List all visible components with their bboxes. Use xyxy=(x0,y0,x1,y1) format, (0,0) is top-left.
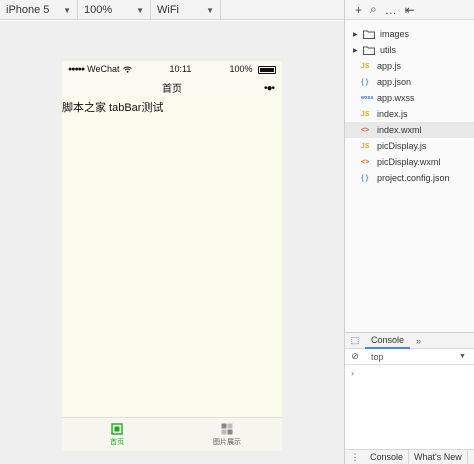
clear-console-icon[interactable]: ⊘ xyxy=(345,351,365,362)
drawer-menu-icon[interactable]: ⋮ xyxy=(345,452,365,463)
file-tree: ▶ images ▶ utils JS app.js { } app.json … xyxy=(345,20,474,186)
capsule-menu-button[interactable]: •●• xyxy=(264,83,275,94)
network-select-value: WiFi xyxy=(157,4,179,16)
tab-home-label: 首页 xyxy=(110,438,124,446)
chevron-down-icon: ▼ xyxy=(63,5,71,15)
tree-item-label: project.config.json xyxy=(377,173,450,183)
tree-item-images[interactable]: ▶ images xyxy=(345,26,474,42)
tree-item-index-js[interactable]: JS index.js xyxy=(345,106,474,122)
tree-item-app-json[interactable]: { } app.json xyxy=(345,74,474,90)
tree-item-label: app.json xyxy=(377,77,412,87)
network-select[interactable]: WiFi ▼ xyxy=(151,0,221,20)
wxss-file-icon: wxss xyxy=(361,95,374,101)
tab-bar: 首页 图片展示 xyxy=(62,417,282,451)
js-file-icon: JS xyxy=(361,142,370,150)
tree-item-label: app.js xyxy=(377,61,402,71)
tree-item-picdisplay-js[interactable]: JS picDisplay.js xyxy=(345,138,474,154)
drawer-tab-whats-new[interactable]: What's New xyxy=(409,449,468,464)
tree-item-index-wxml[interactable]: <> index.wxml xyxy=(345,122,474,138)
simulator-toolbar: iPhone 5 ▼ 100% ▼ WiFi ▼ xyxy=(0,0,344,20)
more-tabs-button[interactable]: » xyxy=(410,336,421,346)
carrier-label: WeChat xyxy=(87,64,120,74)
battery-percent: 100% xyxy=(229,64,253,74)
add-file-icon[interactable]: + xyxy=(355,3,362,17)
phone-screen: ●●●●● WeChat 10:11 100% 首页 •●• 脚本之家 tabB… xyxy=(62,61,282,451)
home-tab-icon xyxy=(111,422,123,435)
js-file-icon: JS xyxy=(361,62,370,70)
tab-home[interactable]: 首页 xyxy=(62,418,172,451)
wifi-icon xyxy=(122,66,132,73)
tree-item-app-js[interactable]: JS app.js xyxy=(345,58,474,74)
more-icon[interactable]: … xyxy=(385,3,397,17)
device-select[interactable]: iPhone 5 ▼ xyxy=(0,0,78,20)
console-prompt[interactable]: › xyxy=(345,365,474,381)
tree-item-project-config-json[interactable]: { } project.config.json xyxy=(345,170,474,186)
js-file-icon: JS xyxy=(361,110,370,118)
tree-item-label: picDisplay.wxml xyxy=(377,157,441,167)
tree-item-label: images xyxy=(380,29,410,39)
status-time: 10:11 xyxy=(169,64,192,74)
zoom-select-value: 100% xyxy=(84,4,113,16)
chevron-right-icon: ▶ xyxy=(353,31,358,38)
tree-item-label: utils xyxy=(380,45,397,55)
tree-item-label: index.wxml xyxy=(377,125,422,135)
chevron-down-icon: ▼ xyxy=(136,5,144,15)
inspect-element-icon[interactable]: ⬚ xyxy=(345,335,365,346)
device-select-value: iPhone 5 xyxy=(6,4,50,16)
wxml-file-icon: <> xyxy=(361,126,370,134)
phone-nav-bar: 首页 •●• xyxy=(62,77,282,97)
content-text: 脚本之家 tabBar测试 xyxy=(62,102,164,114)
chevron-right-icon: ▶ xyxy=(353,47,358,54)
chevron-down-icon[interactable]: ▼ xyxy=(459,353,474,360)
chevron-down-icon: ▼ xyxy=(206,5,214,15)
signal-icon: ●●●●● xyxy=(68,65,85,73)
simulator-area: ●●●●● WeChat 10:11 100% 首页 •●• 脚本之家 tabB… xyxy=(0,21,344,464)
tree-item-app-wxss[interactable]: wxss app.wxss xyxy=(345,90,474,106)
tree-item-label: picDisplay.js xyxy=(377,141,427,151)
drawer-tab-console[interactable]: Console xyxy=(365,449,410,464)
folder-icon xyxy=(363,30,375,39)
drawer-tab-bar: ⋮ Console What's New xyxy=(345,449,474,464)
page-title: 首页 xyxy=(162,83,182,95)
json-file-icon: { } xyxy=(361,78,369,86)
tab-pic-display[interactable]: 图片展示 xyxy=(172,418,282,451)
folder-icon xyxy=(363,46,375,55)
battery-icon xyxy=(258,65,276,74)
phone-status-bar: ●●●●● WeChat 10:11 100% xyxy=(62,61,282,77)
tree-item-picdisplay-wxml[interactable]: <> picDisplay.wxml xyxy=(345,154,474,170)
search-icon[interactable]: ⌕ xyxy=(370,2,377,17)
zoom-select[interactable]: 100% ▼ xyxy=(78,0,151,20)
wxml-file-icon: <> xyxy=(361,158,370,166)
page-content: 脚本之家 tabBar测试 xyxy=(62,97,282,415)
file-tree-toolbar: + ⌕ … ⇤ xyxy=(345,0,474,20)
grid-tab-icon xyxy=(221,423,233,434)
json-file-icon: { } xyxy=(361,174,369,182)
editor-side-panel: + ⌕ … ⇤ ▶ images ▶ utils JS app.js { } a… xyxy=(344,0,474,464)
devtools-console: ⬚ Console » ⊘ top ▼ › ⋮ Console What's N… xyxy=(345,332,474,464)
collapse-icon[interactable]: ⇤ xyxy=(405,3,415,17)
tab-console[interactable]: Console xyxy=(365,333,411,349)
tree-item-utils[interactable]: ▶ utils xyxy=(345,42,474,58)
tab-pic-display-label: 图片展示 xyxy=(213,438,241,446)
context-select[interactable]: top xyxy=(365,352,459,362)
tree-item-label: app.wxss xyxy=(377,93,415,103)
devtools-tabs: ⬚ Console » xyxy=(345,333,474,349)
console-filter-bar: ⊘ top ▼ xyxy=(345,349,474,365)
tree-item-label: index.js xyxy=(377,109,408,119)
